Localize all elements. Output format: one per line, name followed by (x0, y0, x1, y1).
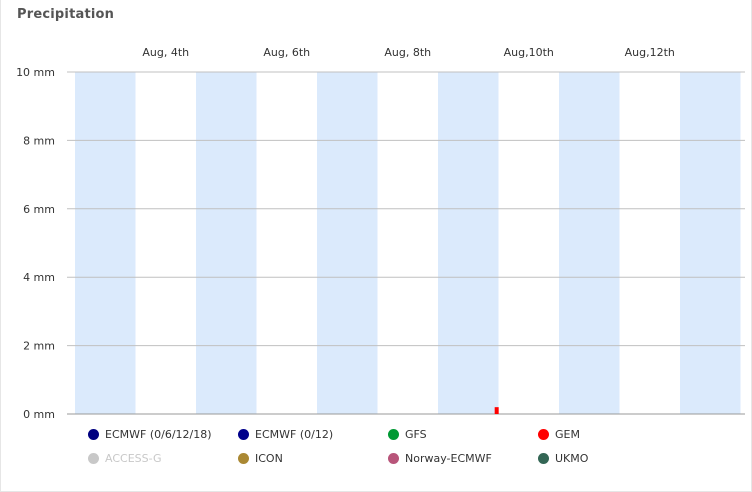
legend-item[interactable]: ECMWF (0/12) (238, 428, 333, 441)
legend-item[interactable]: ICON (238, 452, 283, 465)
y-tick-label: 4 mm (23, 271, 55, 284)
x-tick-label: Aug,12th (625, 46, 675, 59)
day-band (438, 72, 499, 414)
day-band (559, 72, 620, 414)
legend-label: UKMO (555, 452, 589, 465)
legend-label: Norway-ECMWF (405, 452, 492, 465)
legend-label: ECMWF (0/12) (255, 428, 334, 441)
legend-marker (238, 429, 249, 440)
legend-label: ACCESS-G (105, 452, 162, 465)
y-tick-label: 8 mm (23, 134, 55, 147)
x-tick-label: Aug, 6th (263, 46, 310, 59)
legend-marker (538, 453, 549, 464)
legend-marker (88, 429, 99, 440)
x-tick-label: Aug,10th (504, 46, 554, 59)
legend-item[interactable]: GFS (388, 428, 427, 441)
x-tick-label: Aug, 8th (384, 46, 431, 59)
y-tick-label: 6 mm (23, 203, 55, 216)
legend-item[interactable]: UKMO (538, 452, 588, 465)
day-band (75, 72, 136, 414)
legend-label: ECMWF (0/6/12/18) (105, 428, 212, 441)
legend-label: ICON (255, 452, 283, 465)
legend-item[interactable]: GEM (538, 428, 580, 441)
day-band (196, 72, 257, 414)
legend-marker (238, 453, 249, 464)
legend-item[interactable]: ACCESS-G (88, 452, 162, 465)
x-tick-label: Aug, 4th (142, 46, 189, 59)
legend-marker (538, 429, 549, 440)
legend-marker (388, 453, 399, 464)
legend-label: GFS (405, 428, 427, 441)
legend-marker (88, 453, 99, 464)
y-tick-label: 2 mm (23, 340, 55, 353)
precip-bar (494, 407, 499, 414)
legend-item[interactable]: ECMWF (0/6/12/18) (88, 428, 212, 441)
legend-item[interactable]: Norway-ECMWF (388, 452, 492, 465)
day-band (317, 72, 378, 414)
legend-marker (388, 429, 399, 440)
precipitation-chart: 0 mm 2 mm 4 mm 6 mm 8 mm 10 mm Aug, 4th Aug, 6t… (16, 46, 745, 421)
legend-label: GEM (555, 428, 580, 441)
y-tick-label: 10 mm (16, 66, 55, 79)
day-band (680, 72, 741, 414)
y-tick-label: 0 mm (23, 408, 55, 421)
